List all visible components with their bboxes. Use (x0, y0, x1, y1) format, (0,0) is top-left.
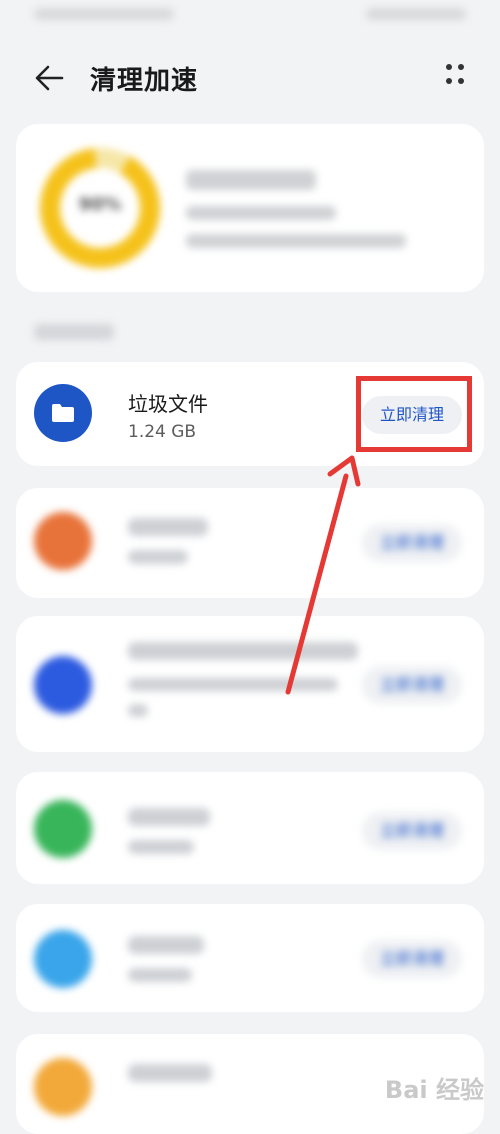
section-label (34, 324, 114, 340)
app-icon (34, 800, 92, 858)
item-desc-placeholder (128, 678, 338, 691)
storage-ring-chart: 90% (38, 146, 162, 270)
item-title-placeholder (128, 936, 204, 954)
item-size: 1.24 GB (128, 422, 197, 442)
status-icons (366, 8, 466, 20)
storage-summary-card: 90% (16, 124, 484, 292)
clean-now-button[interactable]: 立即清理 (361, 812, 462, 850)
list-item[interactable]: 立即清理 (16, 904, 484, 1012)
document-icon (34, 656, 92, 714)
storage-percent: 90% (78, 194, 122, 215)
clean-now-button[interactable]: 立即清理 (361, 524, 462, 562)
item-size-placeholder (128, 550, 188, 564)
summary-line-2 (186, 234, 406, 248)
back-button[interactable] (28, 56, 72, 100)
summary-line-1 (186, 206, 336, 220)
item-size-placeholder (128, 968, 192, 982)
app-icon (34, 512, 92, 570)
more-options-icon[interactable] (440, 60, 470, 90)
header: 清理加速 (0, 48, 500, 104)
item-title-placeholder (128, 642, 358, 660)
list-item[interactable]: 立即清理 (16, 616, 484, 752)
item-title-placeholder (128, 808, 210, 826)
page-title: 清理加速 (90, 66, 199, 96)
list-item[interactable]: 立即清理 (16, 488, 484, 598)
item-title-placeholder (128, 1064, 212, 1082)
status-bar (0, 0, 500, 36)
summary-heading (186, 170, 316, 190)
app-icon (34, 1058, 92, 1116)
list-item[interactable]: 立即清理 (16, 772, 484, 884)
clean-now-button[interactable]: 立即清理 (361, 940, 462, 978)
item-size-placeholder (128, 840, 194, 854)
folder-icon (34, 384, 92, 442)
status-time (34, 8, 174, 20)
clean-now-button[interactable]: 立即清理 (361, 666, 462, 704)
highlight-box (356, 376, 472, 452)
app-icon (34, 930, 92, 988)
back-arrow-icon (35, 65, 64, 91)
item-title-placeholder (128, 518, 208, 536)
item-desc-placeholder (128, 704, 148, 717)
watermark-text: Bai 经验 (384, 1076, 484, 1104)
item-title: 垃圾文件 (128, 392, 208, 416)
